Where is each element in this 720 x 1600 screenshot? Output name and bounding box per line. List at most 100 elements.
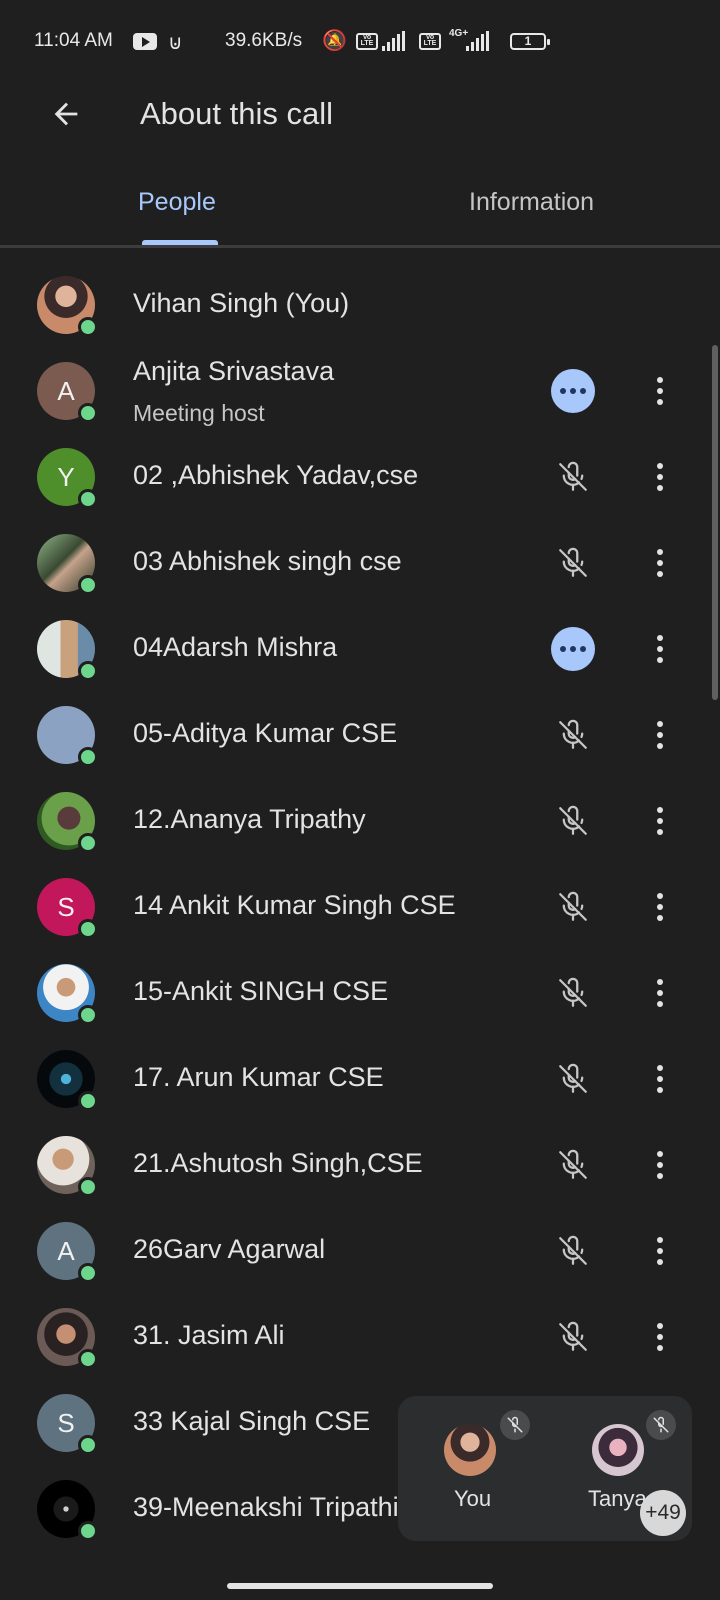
participant-name: 05-Aditya Kumar CSE (133, 718, 398, 748)
self-tile[interactable] (444, 1410, 530, 1486)
participant-name: 33 Kajal Singh CSE (133, 1406, 371, 1436)
avatar (37, 620, 98, 681)
online-status-dot (78, 575, 98, 595)
avatar (37, 1480, 98, 1541)
muted-bell-icon: 🔕 (322, 30, 347, 52)
online-status-dot (78, 317, 98, 337)
more-options-icon[interactable] (648, 971, 672, 1015)
participant-row[interactable]: 05-Aditya Kumar CSE (0, 692, 720, 772)
participant-row[interactable]: 15-Ankit SINGH CSE (0, 950, 720, 1030)
volte-icon-2: Vo LTE (419, 33, 441, 50)
arrow-back-icon (54, 102, 78, 126)
avatar: A (37, 362, 98, 423)
participant-name: 03 Abhishek singh cse (133, 546, 402, 576)
participant-name: 39-Meenakshi Tripathi (133, 1492, 399, 1522)
more-options-icon[interactable] (648, 713, 672, 757)
battery-icon: 1 (510, 33, 550, 50)
online-status-dot (78, 1263, 98, 1283)
more-options-icon[interactable] (648, 799, 672, 843)
online-status-dot (78, 1177, 98, 1197)
mic-off-icon (646, 1410, 676, 1440)
more-options-icon[interactable] (648, 1315, 672, 1359)
avatar (37, 276, 98, 337)
status-time: 11:04 AM (34, 30, 113, 51)
mic-off-icon[interactable] (552, 1144, 594, 1186)
participant-name: 17. Arun Kumar CSE (133, 1062, 384, 1092)
more-options-icon[interactable] (648, 885, 672, 929)
participant-row[interactable]: Vihan Singh (You) (0, 262, 720, 342)
mic-off-icon[interactable] (552, 1058, 594, 1100)
more-participants-badge[interactable]: +49 (640, 1490, 686, 1536)
participant-name: 15-Ankit SINGH CSE (133, 976, 389, 1006)
participant-name: 31. Jasim Ali (133, 1320, 285, 1350)
avatar: A (37, 1222, 98, 1283)
avatar: S (37, 878, 98, 939)
page-title: About this call (140, 96, 333, 131)
participant-row[interactable]: 17. Arun Kumar CSE (0, 1036, 720, 1116)
online-status-dot (78, 1091, 98, 1111)
participant-row[interactable]: 21.Ashutosh Singh,CSE (0, 1122, 720, 1202)
mic-off-icon[interactable] (552, 714, 594, 756)
youtube-icon (133, 33, 157, 50)
signal-icon-2 (466, 31, 489, 51)
mic-off-icon (500, 1410, 530, 1440)
avatar (37, 964, 98, 1025)
more-options-icon[interactable] (648, 1057, 672, 1101)
avatar: S (37, 1394, 98, 1455)
mic-off-icon[interactable] (552, 542, 594, 584)
more-options-icon[interactable] (648, 627, 672, 671)
participant-name: 26Garv Agarwal (133, 1234, 326, 1264)
mic-off-icon[interactable] (552, 800, 594, 842)
more-options-icon[interactable] (648, 455, 672, 499)
more-options-icon[interactable] (648, 541, 672, 585)
scrollbar[interactable] (712, 345, 718, 700)
home-gesture-bar[interactable] (227, 1583, 493, 1589)
volte-icon: Vo LTE (356, 33, 378, 50)
participant-name: 02 ,Abhishek Yadav,cse (133, 460, 419, 490)
participant-row[interactable]: 31. Jasim Ali (0, 1294, 720, 1374)
network-speed: 39.6KB/s (225, 30, 303, 51)
online-status-dot (78, 919, 98, 939)
participant-name: 14 Ankit Kumar Singh CSE (133, 890, 456, 920)
participant-row[interactable]: S 14 Ankit Kumar Singh CSE (0, 864, 720, 944)
online-status-dot (78, 489, 98, 509)
mic-off-icon[interactable] (552, 1316, 594, 1358)
mic-off-icon[interactable] (552, 972, 594, 1014)
participant-row[interactable]: 04Adarsh Mishra (0, 606, 720, 686)
self-tile-label: You (454, 1486, 492, 1511)
mic-off-icon[interactable] (552, 886, 594, 928)
participant-tile-label: Tanya (588, 1486, 647, 1511)
participant-row[interactable]: 03 Abhishek singh cse (0, 520, 720, 600)
avatar (37, 792, 98, 853)
participant-name: Anjita Srivastava (133, 356, 335, 386)
tab-divider (0, 245, 720, 248)
avatar (37, 1050, 98, 1111)
participant-row[interactable]: 12.Ananya Tripathy (0, 778, 720, 858)
avatar (37, 1308, 98, 1369)
participant-row[interactable]: A 26Garv Agarwal (0, 1208, 720, 1288)
tab-information[interactable]: Information (469, 188, 594, 217)
participant-row[interactable]: A Anjita Srivastava Meeting host (0, 348, 720, 428)
status-bar: 11:04 AM ⊍ 39.6KB/s 🔕 Vo LTE Vo LTE 4G+ 1 (0, 0, 720, 84)
more-options-icon[interactable] (648, 1229, 672, 1273)
participant-role: Meeting host (133, 400, 265, 426)
tab-people[interactable]: People (138, 188, 216, 217)
more-options-icon[interactable] (648, 1143, 672, 1187)
participant-name: 21.Ashutosh Singh,CSE (133, 1148, 423, 1178)
online-status-dot (78, 1521, 98, 1541)
signal-icon (382, 31, 405, 51)
more-options-icon[interactable] (648, 369, 672, 413)
speaking-indicator-icon[interactable] (551, 627, 595, 671)
call-details-screen: 11:04 AM ⊍ 39.6KB/s 🔕 Vo LTE Vo LTE 4G+ 1 … (0, 0, 720, 1600)
online-status-dot (78, 833, 98, 853)
mic-off-icon[interactable] (552, 456, 594, 498)
speaking-indicator-icon[interactable] (551, 369, 595, 413)
mic-off-icon[interactable] (552, 1230, 594, 1272)
participant-tile[interactable] (592, 1410, 676, 1486)
avatar (37, 706, 98, 767)
back-button[interactable] (44, 92, 88, 136)
avatar (37, 1136, 98, 1197)
participant-row[interactable]: Y 02 ,Abhishek Yadav,cse (0, 434, 720, 514)
avatar: Y (37, 448, 98, 509)
online-status-dot (78, 1349, 98, 1369)
